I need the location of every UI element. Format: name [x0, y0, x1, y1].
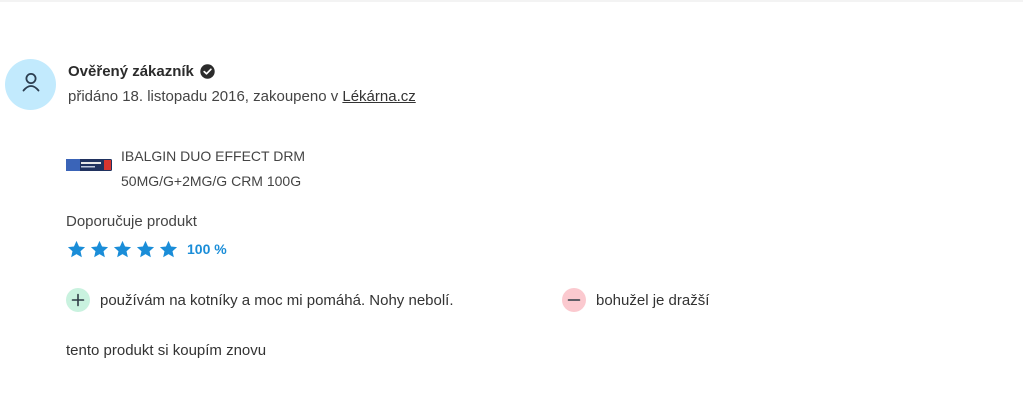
star-icon [113, 240, 132, 257]
star-rating: 100 % [66, 238, 227, 260]
star-icon [90, 240, 109, 257]
rating-percent: 100 % [187, 241, 227, 257]
product-thumbnail[interactable] [66, 157, 112, 173]
top-divider [0, 0, 1023, 2]
con-item: bohužel je dražší [562, 288, 709, 312]
product-name-line2: 50MG/G+2MG/G CRM 100G [121, 173, 302, 189]
check-circle-icon [200, 63, 215, 79]
user-icon [20, 71, 42, 98]
recommend-label: Doporučuje produkt [66, 213, 197, 230]
minus-icon [562, 288, 586, 312]
reviewer-name: Ověřený zákazník [68, 62, 194, 80]
store-link[interactable]: Lékárna.cz [342, 88, 415, 105]
star-icon [67, 240, 86, 257]
avatar [5, 59, 56, 110]
star-icon [159, 240, 178, 257]
review-date-text: přidáno 18. listopadu 2016, zakoupeno v [68, 88, 343, 105]
product-name-line1: IBALGIN DUO EFFECT DRM [121, 148, 306, 164]
reviewer-name-row: Ověřený zákazník [68, 60, 215, 82]
product-name[interactable]: IBALGIN DUO EFFECT DRM 50MG/G+2MG/G CRM … [121, 144, 305, 194]
plus-icon [66, 288, 90, 312]
review-meta: přidáno 18. listopadu 2016, zakoupeno v … [68, 88, 416, 105]
con-text: bohužel je dražší [596, 291, 710, 309]
star-icon [136, 240, 155, 257]
pro-item: používám na kotníky a moc mi pomáhá. Noh… [66, 288, 454, 312]
pro-text: používám na kotníky a moc mi pomáhá. Noh… [100, 291, 454, 309]
review-text: tento produkt si koupím znovu [66, 342, 267, 359]
